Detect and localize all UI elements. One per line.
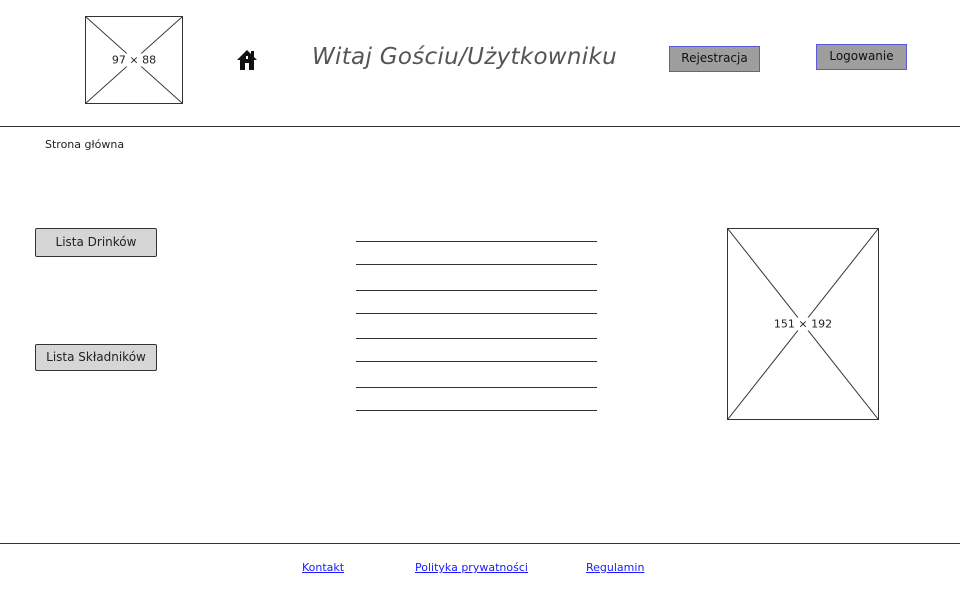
ingredients-list-button[interactable]: Lista Składników	[35, 344, 157, 371]
text-placeholder-line	[356, 290, 597, 291]
side-placeholder-size-label: 151 × 192	[772, 317, 834, 331]
footer-link-terms[interactable]: Regulamin	[586, 561, 644, 574]
header-divider	[0, 126, 960, 127]
text-placeholder-line	[356, 313, 597, 314]
text-placeholder-line	[356, 410, 597, 411]
text-placeholder-line	[356, 387, 597, 388]
side-image-placeholder: 151 × 192	[727, 228, 879, 420]
footer-link-contact[interactable]: Kontakt	[302, 561, 344, 574]
login-button[interactable]: Logowanie	[816, 44, 907, 70]
drinks-list-button[interactable]: Lista Drinków	[35, 228, 157, 257]
page-title: Witaj Gościu/Użytkowniku	[312, 44, 617, 70]
text-placeholder-line	[356, 241, 597, 242]
home-icon[interactable]	[236, 49, 258, 71]
footer-link-privacy-policy[interactable]: Polityka prywatności	[415, 561, 528, 574]
footer-divider	[0, 543, 960, 544]
breadcrumb: Strona główna	[45, 138, 125, 151]
text-placeholder-line	[356, 264, 597, 265]
logo-placeholder-size-label: 97 × 88	[110, 53, 158, 67]
logo-image-placeholder: 97 × 88	[85, 16, 183, 104]
text-placeholder-line	[356, 361, 597, 362]
register-button[interactable]: Rejestracja	[669, 46, 760, 72]
text-placeholder-line	[356, 338, 597, 339]
